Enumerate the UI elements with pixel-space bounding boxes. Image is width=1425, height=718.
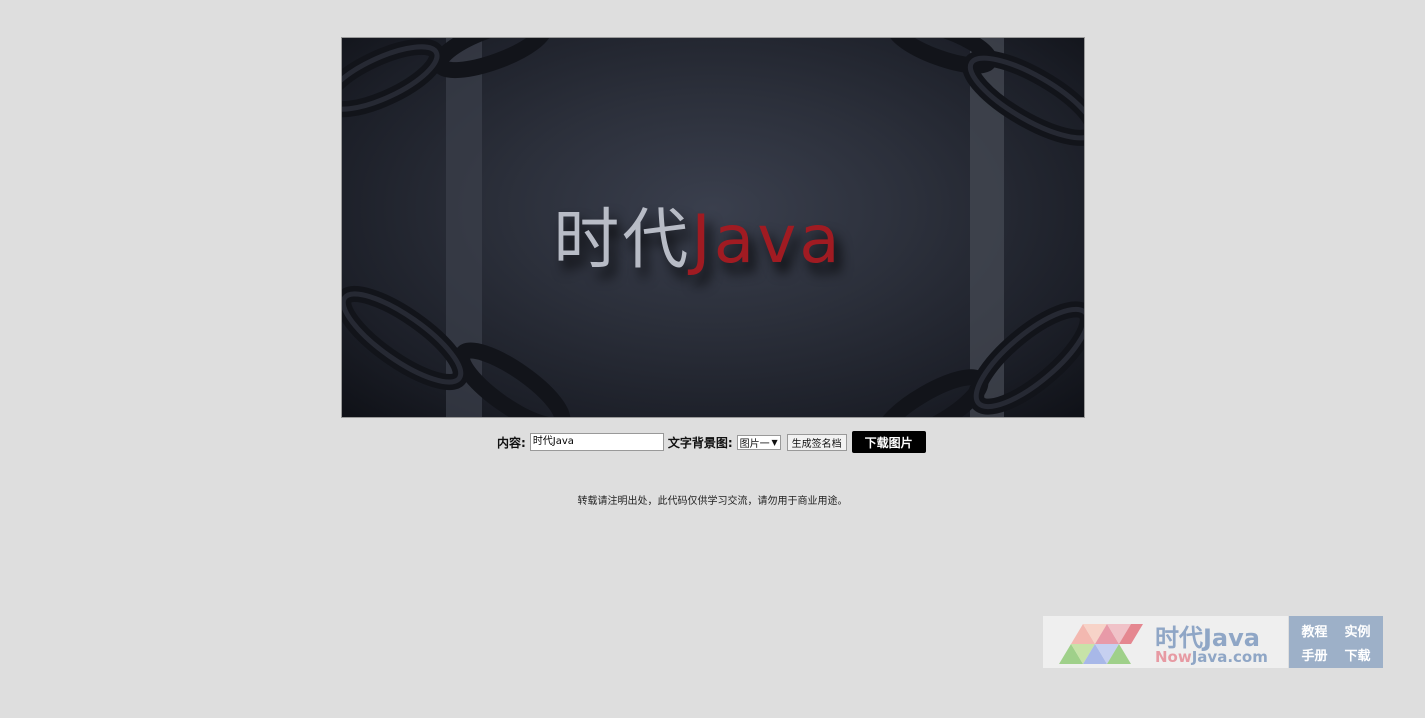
- watermark-url-now: Now: [1155, 648, 1192, 666]
- watermark-url-rest: Java.com: [1191, 648, 1268, 666]
- site-watermark: 时代Java NowJava.com 教程 实例 手册 下载: [1043, 616, 1383, 668]
- dropdown-caret-icon: ▼: [771, 437, 778, 447]
- watermark-links: 教程 实例 手册 下载: [1289, 616, 1383, 668]
- watermark-link-tutorial[interactable]: 教程: [1301, 621, 1327, 640]
- bg-label: 文字背景图:: [667, 435, 733, 450]
- poster-title-cjk: 时代: [553, 201, 692, 278]
- signature-preview-image: 时代Java: [341, 37, 1085, 418]
- poster-title: 时代Java: [342, 186, 1084, 282]
- triangle-logo-icon: [1059, 624, 1143, 664]
- watermark-link-manual[interactable]: 手册: [1301, 645, 1327, 664]
- content-label: 内容:: [497, 435, 526, 450]
- poster-title-latin: Java: [691, 201, 843, 278]
- watermark-logo: 时代Java NowJava.com: [1043, 616, 1288, 668]
- copyright-notice: 转载请注明出处，此代码仅供学习交流，请勿用于商业用途。: [577, 496, 848, 507]
- watermark-link-examples[interactable]: 实例: [1344, 621, 1370, 640]
- watermark-link-download[interactable]: 下载: [1344, 645, 1370, 664]
- controls-row: 内容: 文字背景图: 图片一 ▼ 生成签名档 下载图片: [497, 431, 926, 453]
- bg-image-select[interactable]: 图片一 ▼: [736, 434, 781, 450]
- page: 时代Java 内容: 文字背景图: 图片一 ▼ 生成签名档 下载图片 转载请注明…: [0, 0, 1425, 718]
- generate-button[interactable]: 生成签名档: [786, 433, 847, 451]
- bg-image-selected: 图片一: [739, 438, 770, 450]
- watermark-url: NowJava.com: [1155, 648, 1268, 666]
- content-input[interactable]: [529, 433, 664, 451]
- download-button[interactable]: 下载图片: [851, 431, 926, 453]
